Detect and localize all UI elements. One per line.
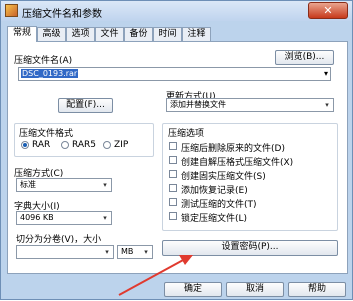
format-zip-label: ZIP [114,140,129,150]
ok-button[interactable]: 确定 [164,282,222,297]
solid-checkbox[interactable] [169,170,177,178]
update-mode-select[interactable]: 添加并替换文件 ▾ [166,98,334,112]
sfx-checkbox[interactable] [169,156,177,164]
options-label: 压缩选项 [168,129,205,139]
tab-backup[interactable]: 备份 [124,27,153,41]
archive-name-value: DSC_0193.rar [21,69,79,78]
delete-after-label: 压缩后删除原来的文件(D) [181,144,285,154]
method-select[interactable]: 标准 ▾ [16,178,112,192]
format-rar-label: RAR [32,140,51,150]
split-size-input[interactable]: ▾ [16,245,114,259]
split-label: 切分为分卷(V)，大小 [16,235,102,245]
archive-name-label: 压缩文件名(A) [14,56,73,66]
dictionary-value: 4096 KB [20,213,54,222]
format-rar5-radio[interactable] [61,141,69,149]
profiles-button[interactable]: 配置(F)... [58,98,113,113]
test-archive-label: 测试压缩的文件(T) [181,200,257,210]
tab-advanced[interactable]: 高级 [37,27,66,41]
general-panel: 压缩文件名(A) 浏览(B)... DSC_0193.rar ▾ 更新方式(U)… [7,41,348,274]
archive-name-input[interactable]: DSC_0193.rar ▾ [18,67,331,81]
chevron-down-icon: ▾ [103,181,107,189]
tab-files[interactable]: 文件 [95,27,124,41]
recovery-record-checkbox[interactable] [169,184,177,192]
lock-archive-checkbox[interactable] [169,212,177,220]
dialog-window: 压缩文件名和参数 ✕ 常规 高级 选项 文件 备份 时间 注释 压缩文件名(A)… [0,0,353,300]
chevron-down-icon[interactable]: ▾ [324,68,328,80]
solid-label: 创建固实压缩文件(S) [181,172,266,182]
window-title: 压缩文件名和参数 [22,9,102,20]
lock-archive-label: 锁定压缩文件(L) [181,214,248,224]
recovery-record-label: 添加恢复记录(E) [181,186,248,196]
chevron-down-icon: ▾ [325,101,329,109]
format-rar5-label: RAR5 [72,140,97,150]
test-archive-checkbox[interactable] [169,198,177,206]
format-label: 压缩文件格式 [19,129,74,139]
tab-comment[interactable]: 注释 [182,27,211,41]
cancel-button[interactable]: 取消 [226,282,284,297]
title-bar: 压缩文件名和参数 ✕ [1,1,352,21]
sfx-label: 创建自解压格式压缩文件(X) [181,158,294,168]
tab-general[interactable]: 常规 [7,26,37,42]
delete-after-checkbox[interactable] [169,142,177,150]
dictionary-select[interactable]: 4096 KB ▾ [16,211,112,225]
tab-options[interactable]: 选项 [66,27,95,41]
winrar-app-icon [5,4,18,17]
close-button[interactable]: ✕ [308,2,348,19]
browse-button[interactable]: 浏览(B)... [275,50,334,65]
chevron-down-icon: ▾ [103,214,107,222]
tab-time[interactable]: 时间 [153,27,182,41]
format-zip-radio[interactable] [103,141,111,149]
help-button[interactable]: 帮助 [288,282,346,297]
format-rar-radio[interactable] [21,141,29,149]
method-value: 标准 [20,180,36,189]
update-mode-value: 添加并替换文件 [170,100,226,109]
